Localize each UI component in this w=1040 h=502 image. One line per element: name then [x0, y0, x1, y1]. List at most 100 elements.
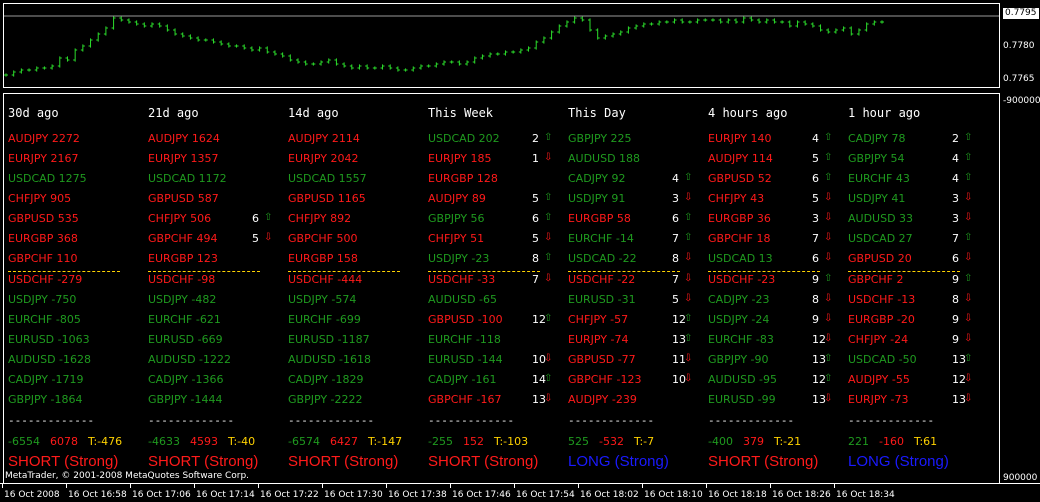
arrow-down-icon: ⇩	[824, 393, 833, 404]
strength-separator	[568, 271, 680, 272]
pair-strength: AUDUSD -1618	[288, 353, 372, 366]
pair-strength: EURUSD -31	[568, 293, 636, 306]
currency-pair-row: EURCHF -805	[8, 313, 148, 333]
currency-pair-row: AUDJPY -55 12 ⇩	[848, 373, 988, 393]
currency-pair-row: USDCAD 1172	[148, 172, 288, 192]
pair-strength: EURUSD -1063	[8, 333, 90, 346]
currency-pair-row: EURGBP 128	[428, 172, 568, 192]
pair-strength: AUDJPY 89	[428, 192, 486, 205]
pair-strength: USDJPY -23	[428, 252, 490, 265]
rank-count: 8	[532, 252, 539, 265]
pair-strength: EURCHF -805	[8, 313, 81, 326]
pair-strength: EURJPY 2167	[8, 152, 79, 165]
pair-strength: USDJPY -574	[288, 293, 357, 306]
currency-pair-row: AUDJPY 2114	[288, 132, 428, 152]
totals-separator: -------------	[568, 414, 655, 427]
total-a: -400	[708, 435, 733, 448]
pair-strength: GBPUSD 52	[708, 172, 772, 185]
pair-strength: GBPJPY 225	[568, 132, 632, 145]
pair-strength: EURJPY 1357	[148, 152, 219, 165]
currency-pair-row: AUDUSD -1222	[148, 353, 288, 373]
rank-count: 3	[952, 212, 959, 225]
total-t: T:-147	[367, 435, 403, 448]
rank-count: 6	[952, 252, 959, 265]
time-tick-label: 16 Oct 17:46	[450, 484, 511, 500]
arrow-down-icon: ⇩	[964, 373, 973, 384]
pair-strength: GBPJPY -2222	[288, 393, 363, 406]
total-a: 221	[848, 435, 869, 448]
arrow-down-icon: ⇩	[824, 192, 833, 203]
currency-pair-row: EURGBP -20 9 ⇩	[848, 313, 988, 333]
arrow-down-icon: ⇩	[544, 273, 553, 284]
period-header: 1 hour ago	[848, 106, 921, 120]
currency-pair-row: GBPJPY -90 13 ⇧	[708, 353, 848, 373]
rank-count: 7	[532, 273, 539, 286]
price-chart[interactable]	[0, 0, 1000, 91]
total-b: 6427	[329, 435, 358, 448]
currency-pair-row: USDJPY -24 9 ⇩	[708, 313, 848, 333]
period-header: 21d ago	[148, 106, 199, 120]
time-tick-label: 16 Oct 18:10	[642, 484, 703, 500]
pair-strength: USDCHF -22	[568, 273, 636, 286]
currency-pair-row: EURUSD -1063	[8, 333, 148, 353]
currency-pair-row: GBPUSD -100 12 ⇧	[428, 313, 568, 333]
arrow-up-icon: ⇧	[964, 353, 973, 364]
arrow-down-icon: ⇩	[964, 252, 973, 263]
currency-pair-row: AUDJPY 2272	[8, 132, 148, 152]
arrow-up-icon: ⇧	[544, 212, 553, 223]
currency-pair-row: CADJPY -23 8 ⇩	[708, 293, 848, 313]
currency-pair-row: AUDUSD -1618	[288, 353, 428, 373]
rank-count: 9	[812, 273, 819, 286]
time-tick-label: 16 Oct 16:58	[66, 484, 127, 500]
currency-pair-row: GBPCHF 2 9 ⇧	[848, 273, 988, 293]
pair-strength: EURUSD -99	[708, 393, 776, 406]
pair-strength: USDCAD -50	[848, 353, 917, 366]
currency-pair-row: CHFJPY -57 12 ⇧	[568, 313, 708, 333]
pair-strength: EURCHF -699	[288, 313, 361, 326]
rank-count: 9	[952, 333, 959, 346]
pair-strength: CHFJPY -24	[848, 333, 909, 346]
pair-strength: AUDUSD -65	[428, 293, 498, 306]
arrow-up-icon: ⇧	[824, 152, 833, 163]
currency-pair-row: GBPJPY 225	[568, 132, 708, 152]
arrow-up-icon: ⇧	[544, 132, 553, 143]
currency-pair-row: CADJPY 92 4 ⇧	[568, 172, 708, 192]
currency-pair-row: EURJPY -73 13 ⇩	[848, 393, 988, 413]
rank-count: 5	[672, 293, 679, 306]
pair-strength: EURJPY -74	[568, 333, 629, 346]
time-axis: 16 Oct 2008 16 Oct 16:58 16 Oct 17:06 16 Oc…	[0, 483, 1040, 502]
currency-pair-row: EURJPY 2042	[288, 152, 428, 172]
pair-strength: EURCHF -621	[148, 313, 221, 326]
totals-separator: -------------	[288, 414, 375, 427]
pair-strength: AUDUSD 33	[848, 212, 914, 225]
currency-pair-row: CHFJPY 506 6 ⇧	[148, 212, 288, 232]
rank-count: 2	[532, 132, 539, 145]
pair-strength: AUDJPY 1624	[148, 132, 220, 145]
pair-strength: GBPJPY 54	[848, 152, 905, 165]
copyright-text: MetaTrader, © 2001-2008 MetaQuotes Softw…	[5, 471, 250, 481]
pair-strength: CADJPY -1366	[148, 373, 224, 386]
pair-strength: EURJPY 2042	[288, 152, 359, 165]
rank-count: 6	[812, 172, 819, 185]
arrow-up-icon: ⇧	[684, 333, 693, 344]
period-header: This Day	[568, 106, 626, 120]
currency-pair-row: USDCHF -23 9 ⇧	[708, 273, 848, 293]
rank-count: 6	[672, 212, 679, 225]
currency-pair-row: USDCHF -444	[288, 273, 428, 293]
time-tick-label: 16 Oct 18:26	[770, 484, 831, 500]
currency-pair-row: EURGBP 123	[148, 252, 288, 272]
pair-strength: AUDUSD -95	[708, 373, 778, 386]
total-a: -4633	[148, 435, 180, 448]
indicator-pane[interactable]: -900000 900000 30d ago AUDJPY 2272 EURJPY …	[0, 93, 1040, 484]
currency-pair-row: AUDUSD 188	[568, 152, 708, 172]
rank-count: 5	[532, 232, 539, 245]
time-tick-label: 16 Oct 18:02	[578, 484, 639, 500]
price-chart-pane[interactable]: 0.7795 0.7780 0.7765	[0, 0, 1040, 91]
price-axis-label: 0.7780	[1003, 41, 1035, 51]
pair-strength: CHFJPY 892	[288, 212, 352, 225]
total-b: 379	[742, 435, 764, 448]
arrow-up-icon: ⇧	[964, 232, 973, 243]
signal-label: SHORT (Strong)	[708, 453, 819, 470]
time-tick-label: 16 Oct 18:34	[834, 484, 895, 500]
currency-pair-row: USDCAD -50 13 ⇧	[848, 353, 988, 373]
